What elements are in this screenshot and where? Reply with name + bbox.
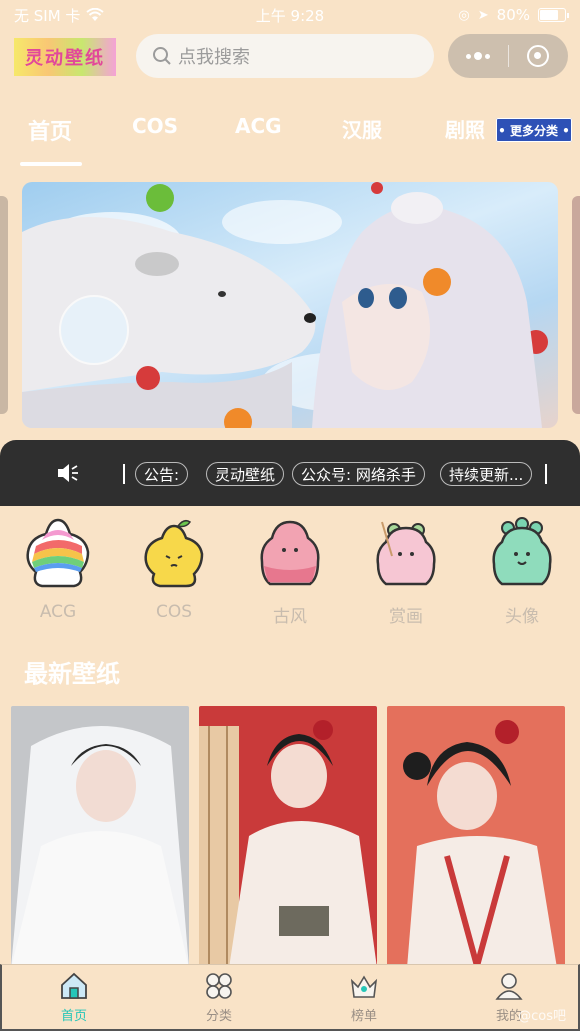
- banner-next-peek: [572, 196, 580, 414]
- header: 灵动壁纸 点我搜索: [0, 32, 580, 82]
- status-bar: 无 SIM 卡 上午 9:28 ◎ ➤ 80%: [0, 0, 580, 30]
- user-icon: [495, 973, 523, 1000]
- notice-divider-right: [545, 464, 547, 484]
- category-acg[interactable]: ACG: [8, 516, 108, 622]
- pink-ghost-icon: [260, 520, 320, 586]
- notice-chip-account: 公众号: 网络杀手: [292, 462, 425, 486]
- tab-acg[interactable]: ACG: [235, 114, 282, 138]
- notice-divider-left: [123, 464, 125, 484]
- watermark: @cos吧: [518, 1009, 566, 1024]
- notice-chip-updating: 持续更新...: [440, 462, 533, 486]
- battery-icon: [538, 8, 569, 22]
- more-categories-button[interactable]: • 更多分类 •: [496, 118, 572, 142]
- active-tab-underline: [20, 162, 82, 166]
- category-grid-icon: [206, 973, 232, 999]
- nav-ranking[interactable]: 榜单: [319, 971, 409, 1024]
- speaker-icon: [58, 464, 78, 482]
- wallpaper-image: [199, 706, 377, 968]
- home-icon: [61, 972, 87, 999]
- tab-home[interactable]: 首页: [28, 114, 72, 146]
- category-gufeng[interactable]: 古风: [240, 516, 340, 627]
- nav-category-label: 分类: [205, 1009, 232, 1024]
- search-bar[interactable]: 点我搜索: [136, 34, 434, 78]
- rainbow-star-icon: [26, 518, 90, 588]
- category-art[interactable]: 赏画: [356, 516, 456, 627]
- tab-stills[interactable]: 剧照: [445, 114, 485, 143]
- more-dots-icon: [465, 52, 490, 60]
- latest-wallpapers-title: 最新壁纸: [24, 660, 120, 688]
- close-miniprogram-button[interactable]: [509, 34, 569, 78]
- category-label-avatar: 头像: [505, 607, 539, 627]
- category-grid: ACG COS 古风 赏画 头像: [0, 516, 580, 636]
- category-tabs: 首页 COS ACG 汉服 剧照 • 更多分类 •: [0, 104, 580, 168]
- clock: 上午 9:28: [255, 6, 325, 25]
- notice-chip-announcement: 公告:: [135, 462, 189, 486]
- search-placeholder: 点我搜索: [178, 47, 250, 68]
- nav-home-label: 首页: [60, 1009, 87, 1024]
- tab-hanfu[interactable]: 汉服: [342, 114, 382, 143]
- banner-prev-peek: [0, 196, 8, 414]
- wallpaper-image: [387, 706, 565, 968]
- target-icon: [527, 45, 550, 67]
- more-menu-button[interactable]: [448, 34, 508, 78]
- notice-chip-appname: 灵动壁纸: [206, 462, 285, 486]
- notice-bar[interactable]: 公告: 灵动壁纸 公众号: 网络杀手 持续更新...: [0, 440, 580, 506]
- nav-home[interactable]: 首页: [29, 971, 119, 1024]
- category-label-art: 赏画: [389, 607, 423, 627]
- yellow-star-icon: [144, 519, 204, 588]
- search-icon: [153, 47, 171, 65]
- wallpaper-card[interactable]: [11, 706, 189, 968]
- wallpaper-card[interactable]: [199, 706, 377, 968]
- pink-bunny-icon: [376, 521, 436, 586]
- crown-icon: [350, 975, 378, 998]
- tab-cos[interactable]: COS: [132, 114, 178, 138]
- category-avatar[interactable]: 头像: [472, 516, 572, 627]
- nav-category[interactable]: 分类: [174, 971, 264, 1024]
- bottom-navigation: 首页 分类 榜单 我的 @cos吧: [0, 964, 580, 1031]
- battery-fill: [540, 10, 559, 20]
- category-label-cos: COS: [155, 602, 193, 622]
- banner-carousel[interactable]: [22, 182, 558, 428]
- category-cos[interactable]: COS: [124, 516, 224, 622]
- wallpaper-image: [11, 706, 189, 968]
- green-blob-icon: [492, 517, 552, 586]
- category-label-acg: ACG: [39, 602, 77, 622]
- miniprogram-capsule: [448, 34, 568, 78]
- wallpaper-card[interactable]: [387, 706, 565, 968]
- category-label-gufeng: 古风: [273, 607, 307, 627]
- banner-illustration: [22, 182, 548, 428]
- nav-ranking-label: 榜单: [350, 1009, 377, 1024]
- app-logo[interactable]: 灵动壁纸: [14, 38, 116, 76]
